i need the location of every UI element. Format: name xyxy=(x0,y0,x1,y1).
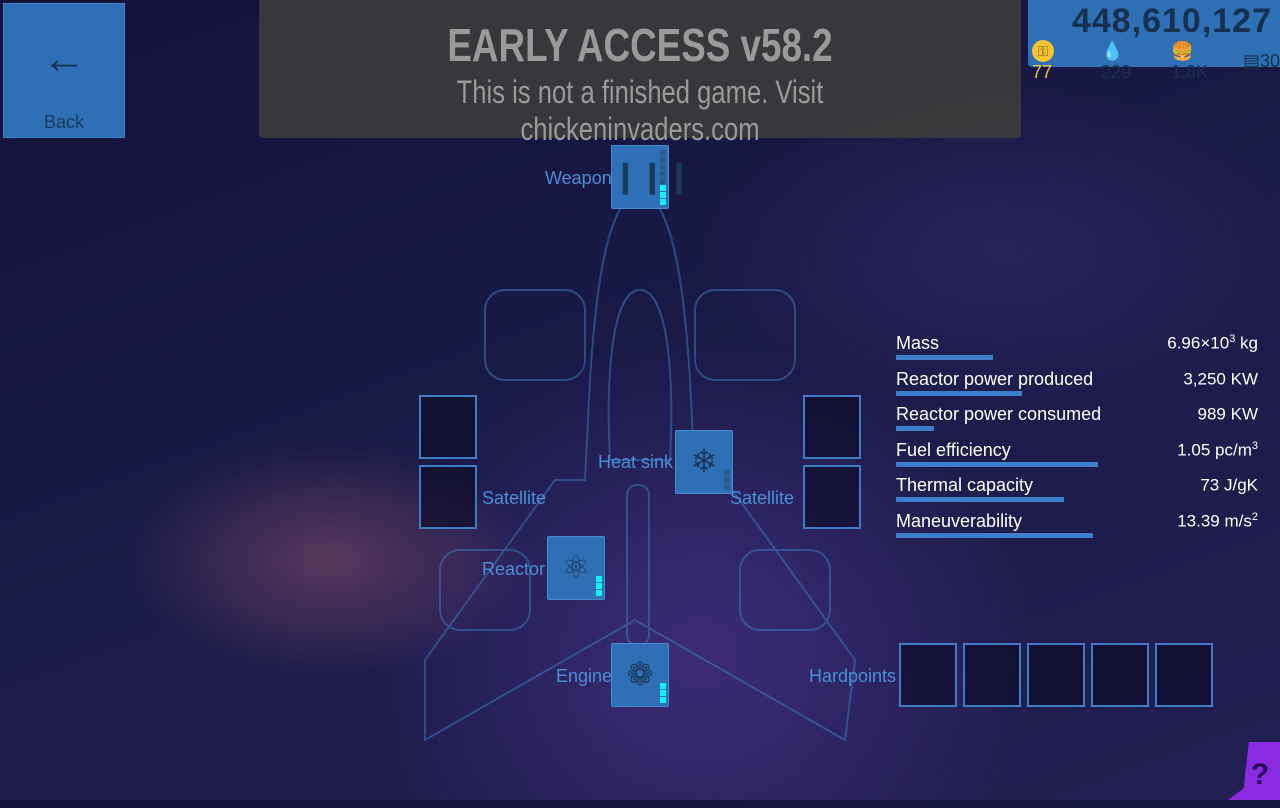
level-segment xyxy=(660,157,666,163)
banner-title: EARLY ACCESS v58.2 xyxy=(447,19,833,71)
stat-row: Thermal capacity 73 J/gK xyxy=(896,475,1258,503)
level-segment xyxy=(660,697,666,703)
level-segment xyxy=(660,171,666,177)
level-segment xyxy=(660,690,666,696)
stat-bar xyxy=(896,532,1094,538)
level-segment xyxy=(660,199,666,205)
levels-count: 30 xyxy=(1259,51,1280,71)
claw-icon: ❙❙❙ xyxy=(612,158,693,194)
stat-row: Fuel efficiency 1.05 pc/m3 xyxy=(896,440,1258,468)
stat-row: Reactor power consumed 989 KW xyxy=(896,404,1258,432)
stat-bar xyxy=(896,355,993,360)
stat-value: 1.05 pc/m3 xyxy=(1177,439,1258,460)
stat-name: Reactor power produced xyxy=(896,368,1094,389)
satellite-right-label: Satellite xyxy=(730,488,795,508)
stat-value: 989 KW xyxy=(1197,404,1258,424)
stat-name: Fuel efficiency xyxy=(896,439,1011,460)
hardpoints-label: Hardpoints xyxy=(809,666,897,686)
help-button[interactable]: ? xyxy=(1228,742,1280,800)
hardpoint-slot[interactable] xyxy=(1027,643,1085,707)
satellite-right-slot-2[interactable] xyxy=(803,465,861,529)
stat-value: 3,250 KW xyxy=(1183,369,1258,389)
help-book-icon: ? xyxy=(1250,758,1270,791)
food-count: 1.8K xyxy=(1170,61,1209,82)
level-segment xyxy=(660,192,666,198)
level-segment xyxy=(660,683,666,689)
level-segment xyxy=(724,477,730,483)
level-segment xyxy=(660,150,666,156)
early-access-banner: EARLY ACCESS v58.2 This is not a finishe… xyxy=(259,0,1021,147)
banner-subtitle: This is not a finished game. Visit chick… xyxy=(456,74,824,147)
level-segment xyxy=(596,583,602,589)
level-segment xyxy=(724,470,730,476)
stat-name: Thermal capacity xyxy=(896,475,1034,495)
stat-name: Mass xyxy=(896,333,940,353)
stat-row: Reactor power produced 3,250 KW xyxy=(896,369,1258,397)
hardpoint-slot[interactable] xyxy=(1155,643,1213,707)
stat-bar xyxy=(896,390,1022,396)
thermometer-snowflake-icon: ❄ xyxy=(690,443,718,479)
stat-bar xyxy=(896,461,1098,467)
stat-bar xyxy=(896,426,934,431)
back-button[interactable]: ← Back xyxy=(3,3,125,138)
fuel-drop-icon: 💧 xyxy=(1100,40,1124,61)
heat-sink-slot[interactable]: ❄ xyxy=(675,430,733,494)
reactor-label: Reactor xyxy=(482,559,546,579)
level-segment xyxy=(660,185,666,191)
reactor-slot[interactable]: ⚛ xyxy=(547,536,605,600)
satellite-left-slot-1[interactable] xyxy=(419,395,477,459)
satellite-left-slot-2[interactable] xyxy=(419,465,477,529)
stat-row: Maneuverability 13.39 m/s2 xyxy=(896,511,1258,539)
level-segment xyxy=(660,164,666,170)
stat-bar xyxy=(896,497,1064,502)
keys-count: 77 xyxy=(1032,62,1053,82)
stat-value: 6.96×103 kg xyxy=(1167,333,1258,353)
arrow-left-icon: ← xyxy=(42,34,86,83)
stat-value: 73 J/gK xyxy=(1200,475,1258,495)
score: 448,610,127 xyxy=(1071,2,1272,40)
satellite-right-slot-1[interactable] xyxy=(803,395,861,459)
atom-icon: ⚛ xyxy=(561,549,591,585)
resources-panel: 448,610,127 ⚿77 💧 229 🍔1.8K ▤30 xyxy=(1028,0,1280,82)
stat-value: 13.39 m/s2 xyxy=(1177,510,1258,531)
heat-sink-label: Heat sink xyxy=(598,452,674,472)
key-icon: ⚿ xyxy=(1032,40,1054,62)
reactor-level xyxy=(596,576,602,596)
weapon-label: Weapon xyxy=(545,168,612,188)
engine-slot[interactable]: ❁ xyxy=(611,643,669,707)
stairs-icon: ▤ xyxy=(1242,51,1260,71)
hardpoint-slot[interactable] xyxy=(1091,643,1149,707)
stat-row: Mass 6.96×103 kg xyxy=(896,333,1258,361)
thruster-icon: ❁ xyxy=(626,656,654,692)
hardpoint-slot[interactable] xyxy=(963,643,1021,707)
level-segment xyxy=(596,576,602,582)
weapon-slot[interactable]: ❙❙❙ xyxy=(611,145,692,209)
stat-name: Reactor power consumed xyxy=(896,404,1102,424)
level-segment xyxy=(596,590,602,596)
stat-name: Maneuverability xyxy=(896,510,1023,531)
hardpoint-slot[interactable] xyxy=(899,643,957,707)
weapon-level xyxy=(660,150,666,205)
engine-level xyxy=(660,683,666,703)
level-segment xyxy=(660,178,666,184)
fuel-count: 229 xyxy=(1100,61,1131,82)
burger-icon: 🍔 xyxy=(1170,40,1194,61)
engine-label: Engine xyxy=(556,666,613,686)
heat-sink-level xyxy=(724,470,730,490)
satellite-left-label: Satellite xyxy=(482,488,547,508)
